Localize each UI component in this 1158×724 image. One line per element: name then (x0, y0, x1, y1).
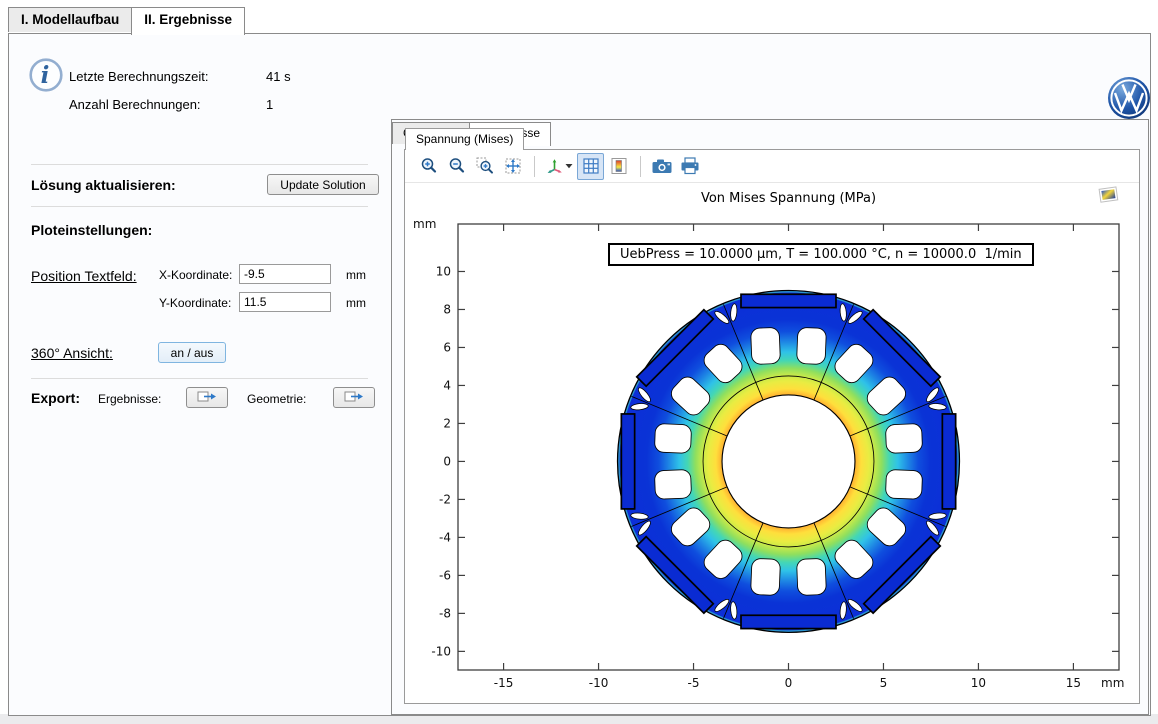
dropdown-arrow-icon (565, 163, 573, 169)
svg-text:-2: -2 (439, 492, 451, 506)
printer-icon[interactable] (676, 153, 703, 180)
svg-text:-4: -4 (439, 530, 451, 544)
svg-text:-10: -10 (589, 676, 609, 690)
plot-title: Von Mises Spannung (MPa) (458, 191, 1119, 206)
view-360-toggle-button[interactable]: an / aus (158, 342, 226, 363)
main-tab-bar: I. Modellaufbau II. Ergebnisse (8, 7, 244, 35)
export-geometry-button[interactable] (333, 387, 375, 408)
info-icon: i (28, 57, 64, 93)
svg-text:8: 8 (443, 302, 451, 316)
x-unit-label: mm (346, 268, 366, 282)
svg-text:6: 6 (443, 340, 451, 354)
grid-icon[interactable] (577, 153, 604, 180)
y-coordinate-label: Y-Koordinate: (159, 296, 231, 310)
svg-text:-6: -6 (439, 568, 451, 582)
textfield-position-label: Position Textfeld: (31, 268, 137, 284)
plot-canvas[interactable]: Von Mises Spannung (MPa) UebPress = 10.0… (405, 183, 1137, 702)
view-360-label: 360° Ansicht: (31, 345, 113, 361)
computation-count-label: Anzahl Berechnungen: (69, 97, 201, 112)
tab-spannung-mises[interactable]: Spannung (Mises) (405, 128, 524, 150)
last-computation-value: 41 s (266, 69, 291, 84)
graphics-toolbar (405, 150, 1139, 183)
computation-count-value: 1 (266, 97, 273, 112)
plot-annotation: UebPress = 10.0000 μm, T = 100.000 °C, n… (608, 243, 1034, 266)
export-icon (197, 390, 217, 406)
divider (31, 378, 368, 379)
plot-thumbnail-icon[interactable] (1097, 185, 1121, 205)
y-coordinate-input[interactable] (239, 292, 331, 312)
update-solution-button[interactable]: Update Solution (267, 174, 379, 195)
svg-text:-15: -15 (494, 676, 514, 690)
view-3d-icon[interactable] (542, 153, 576, 180)
last-computation-label: Letzte Berechnungszeit: (69, 69, 208, 84)
x-coordinate-input[interactable] (239, 264, 331, 284)
svg-text:15: 15 (1066, 676, 1081, 690)
svg-text:4: 4 (443, 378, 451, 392)
svg-text:10: 10 (436, 264, 451, 278)
svg-text:mm: mm (1101, 676, 1124, 690)
plot-tab-bar: Spannung (Mises) (405, 128, 524, 150)
app-window: I. Modellaufbau II. Ergebnisse i Letzte … (0, 0, 1158, 724)
vw-logo (1106, 75, 1152, 121)
toolbar-separator (534, 156, 535, 177)
form-content: i Letzte Berechnungszeit: 41 s Anzahl Be… (8, 33, 1151, 716)
svg-text:10: 10 (971, 676, 986, 690)
divider (31, 164, 368, 165)
update-solution-label: Lösung aktualisieren: (31, 177, 176, 193)
svg-text:i: i (41, 62, 50, 89)
color-legend-icon[interactable] (605, 153, 632, 180)
y-unit-label: mm (346, 296, 366, 310)
svg-text:-10: -10 (431, 644, 451, 658)
export-geometry-label: Geometrie: (247, 392, 306, 406)
svg-text:0: 0 (443, 454, 451, 468)
svg-text:5: 5 (880, 676, 888, 690)
tab-modellaufbau[interactable]: I. Modellaufbau (8, 7, 132, 32)
export-results-label: Ergebnisse: (98, 392, 161, 406)
svg-text:2: 2 (443, 416, 451, 430)
svg-text:-5: -5 (688, 676, 700, 690)
plot-settings-heading: Ploteinstellungen: (31, 222, 152, 238)
camera-icon[interactable] (648, 153, 675, 180)
zoom-in-icon[interactable] (415, 153, 442, 180)
export-icon (344, 390, 364, 406)
plot-subpanel: Von Mises Spannung (MPa) UebPress = 10.0… (404, 149, 1140, 704)
tab-ergebnisse[interactable]: II. Ergebnisse (131, 7, 245, 35)
svg-text:0: 0 (785, 676, 793, 690)
divider (31, 206, 368, 207)
x-coordinate-label: X-Koordinate: (159, 268, 232, 282)
zoom-extents-icon[interactable] (499, 153, 526, 180)
export-results-button[interactable] (186, 387, 228, 408)
export-heading: Export: (31, 390, 80, 406)
zoom-box-icon[interactable] (471, 153, 498, 180)
svg-text:-8: -8 (439, 606, 451, 620)
svg-text:mm: mm (413, 217, 436, 231)
toolbar-separator (640, 156, 641, 177)
zoom-out-icon[interactable] (443, 153, 470, 180)
